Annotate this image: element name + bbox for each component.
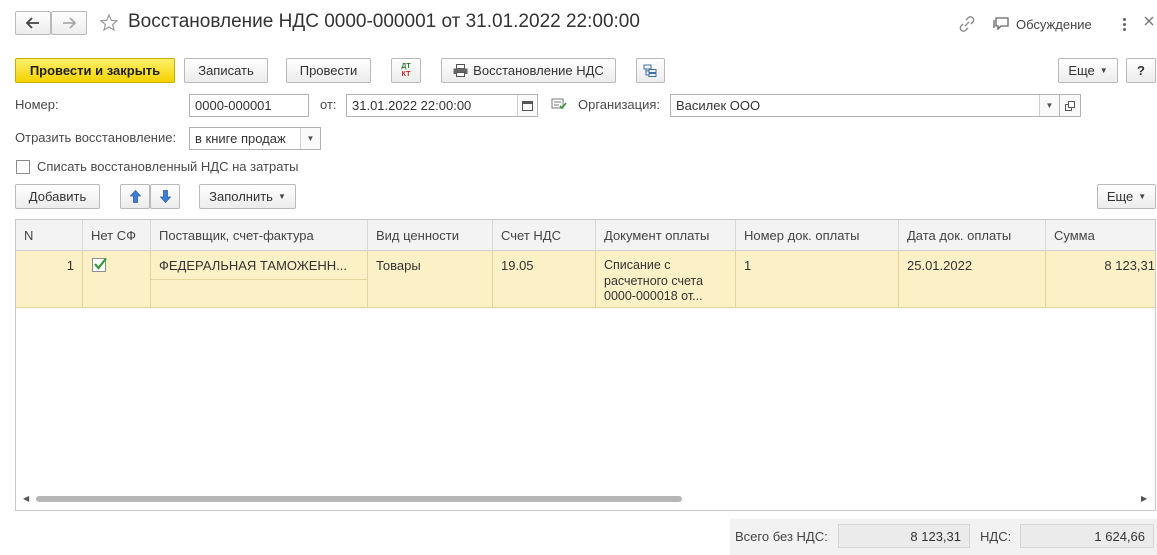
dropdown-arrow-icon[interactable]: ▼ [1039,95,1059,116]
horizontal-scrollbar[interactable]: ◀ ▶ [15,494,1156,504]
column-header-supplier[interactable]: Поставщик, счет-фактура [151,220,368,251]
cell-no-invoice [83,251,151,308]
column-header-n[interactable]: N [16,220,83,251]
forward-button[interactable] [51,11,87,35]
table-header: N Нет СФ Поставщик, счет-фактура Вид цен… [16,220,1155,251]
cell-amount: 8 123,31 [1104,258,1155,273]
more-actions-button[interactable]: Еще ▼ [1058,58,1118,83]
dropdown-arrow-icon[interactable]: ▼ [300,128,320,149]
cell-payment-doc: Списание с расчетного счета 0000-000018 … [596,251,736,308]
caret-down-icon: ▼ [277,192,286,201]
arrow-left-icon [26,17,39,29]
page-title: Восстановление НДС 0000-000001 от 31.01.… [128,11,640,32]
structure-button[interactable] [636,58,665,83]
caret-down-icon: ▼ [1099,66,1108,75]
number-label: Номер: [15,97,59,112]
column-header-amount[interactable]: Сумма [1046,220,1155,251]
back-button[interactable] [15,11,51,35]
dt-kt-button[interactable]: ДТ КТ [391,58,421,83]
post-button[interactable]: Провести [286,58,371,83]
more-menu-button[interactable] [1118,14,1130,34]
column-header-payment-date[interactable]: Дата док. оплаты [899,220,1046,251]
total-without-vat-value: 8 123,31 [838,524,970,548]
cell-vat-account: 19.05 [493,251,596,308]
discussion-button[interactable]: Обсуждение [992,14,1092,34]
print-vat-restore-button[interactable]: Восстановление НДС [441,58,616,83]
close-button[interactable] [1143,15,1157,33]
dt-kt-icon: ДТ КТ [401,62,411,78]
column-header-no-invoice[interactable]: Нет СФ [83,220,151,251]
caret-down-icon: ▼ [1138,192,1147,201]
date-input[interactable]: 31.01.2022 22:00:00 [346,94,538,117]
scroll-left-icon[interactable]: ◀ [23,494,29,503]
scrollbar-thumb[interactable] [36,496,682,502]
reflect-select[interactable]: в книге продаж ▼ [189,127,321,150]
link-button[interactable] [958,15,978,33]
move-down-button[interactable] [150,184,180,209]
cell-payment-date: 25.01.2022 [899,251,1046,308]
table-more-button[interactable]: Еще ▼ [1097,184,1156,209]
checkmark-icon [94,257,107,270]
cell-value-type: Товары [368,251,493,308]
chat-icon [993,17,1009,31]
table-row[interactable]: 1 ФЕДЕРАЛЬНАЯ ТАМОЖЕНН... Товары 19.05 С… [16,251,1155,308]
arrow-down-icon [159,190,171,203]
move-up-button[interactable] [120,184,150,209]
open-window-icon [1065,100,1075,111]
post-and-close-button[interactable]: Провести и закрыть [15,58,175,83]
hierarchy-icon [643,64,657,77]
cell-payment-number: 1 [736,251,899,308]
star-icon [99,13,119,32]
check-document-button[interactable] [551,97,569,113]
vat-restore-table: N Нет СФ Поставщик, счет-фактура Вид цен… [15,219,1156,511]
column-header-payment-doc[interactable]: Документ оплаты [596,220,736,251]
writeoff-label: Списать восстановленный НДС на затраты [37,159,299,174]
favorite-star-button[interactable] [99,13,119,33]
date-label: от: [320,97,337,112]
organization-select[interactable]: Василек ООО ▼ [670,94,1060,117]
calendar-icon[interactable] [517,95,537,116]
column-header-vat-account[interactable]: Счет НДС [493,220,596,251]
open-organization-button[interactable] [1060,94,1081,117]
arrow-up-icon [129,190,141,203]
link-icon [959,16,975,32]
discussion-label: Обсуждение [1016,16,1092,32]
arrow-right-icon [63,17,76,29]
column-header-value-type[interactable]: Вид ценности [368,220,493,251]
no-invoice-checkbox[interactable] [92,257,107,272]
help-button[interactable]: ? [1126,58,1156,83]
document-check-icon [551,98,567,110]
cell-supplier: ФЕДЕРАЛЬНАЯ ТАМОЖЕНН... [151,251,368,308]
more-vertical-icon [1122,17,1126,31]
organization-label: Организация: [578,97,661,112]
vat-total-label: НДС: [980,529,1012,544]
save-button[interactable]: Записать [184,58,268,83]
scroll-right-icon[interactable]: ▶ [1141,494,1147,503]
close-icon [1144,16,1154,26]
reflect-label: Отразить восстановление: [15,130,177,145]
cell-n: 1 [16,251,83,308]
total-without-vat-label: Всего без НДС: [735,529,828,544]
fill-button[interactable]: Заполнить ▼ [199,184,296,209]
add-row-button[interactable]: Добавить [15,184,100,209]
printer-icon [453,64,468,77]
vat-total-value: 1 624,66 [1020,524,1154,548]
writeoff-checkbox[interactable] [16,160,30,174]
column-header-payment-number[interactable]: Номер док. оплаты [736,220,899,251]
number-input[interactable]: 0000-000001 [189,94,309,117]
